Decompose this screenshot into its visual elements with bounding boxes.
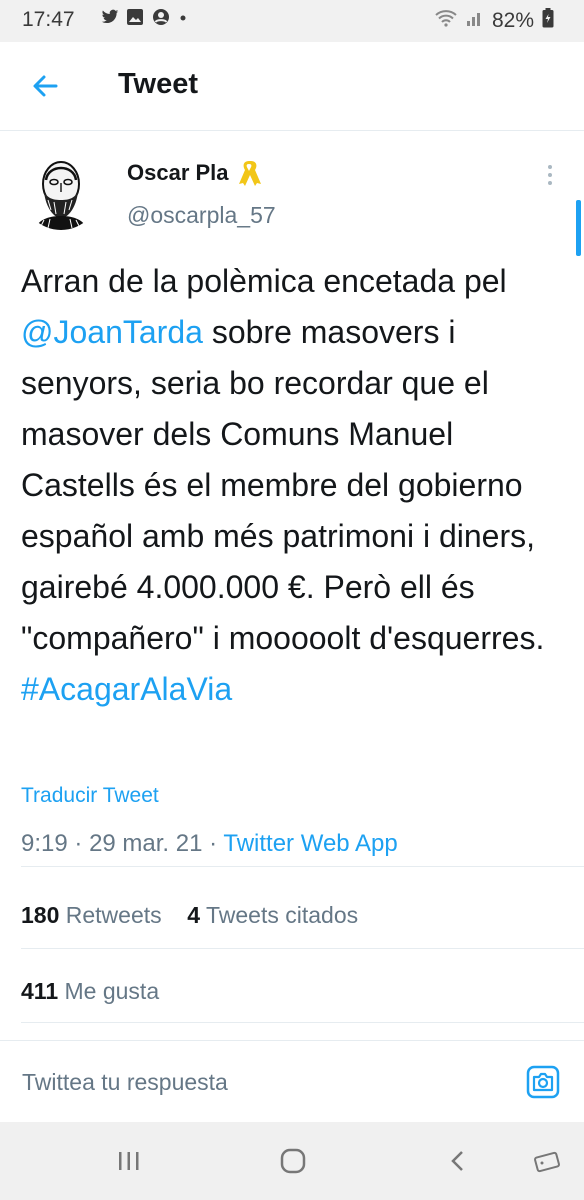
back-nav-button[interactable] bbox=[442, 1146, 476, 1176]
separator: · bbox=[209, 830, 224, 857]
translate-tweet-link[interactable]: Traducir Tweet bbox=[21, 784, 159, 808]
tweet-time: 9:19 bbox=[21, 830, 68, 857]
divider bbox=[21, 866, 584, 867]
tweet-source-link[interactable]: Twitter Web App bbox=[223, 830, 397, 857]
mention-link[interactable]: @JoanTarda bbox=[21, 314, 203, 350]
account-icon bbox=[152, 8, 170, 26]
dot-icon bbox=[178, 8, 196, 26]
notification-icons bbox=[100, 8, 196, 26]
home-button[interactable] bbox=[276, 1146, 310, 1176]
home-icon bbox=[280, 1148, 306, 1174]
tweet-meta: 9:19 · 29 mar. 21 · Twitter Web App bbox=[21, 830, 398, 858]
author-name[interactable]: Oscar Pla bbox=[127, 158, 261, 188]
rotate-screen-icon bbox=[534, 1151, 560, 1173]
divider bbox=[21, 1022, 584, 1023]
likes-label: Me gusta bbox=[64, 978, 160, 1004]
author-handle[interactable]: @oscarpla_57 bbox=[127, 202, 276, 229]
likes-stats: 411 Me gusta bbox=[21, 978, 159, 1005]
rotate-button[interactable] bbox=[530, 1146, 564, 1176]
avatar[interactable] bbox=[22, 152, 100, 230]
status-bar: 17:47 82% bbox=[0, 0, 584, 42]
likes-link[interactable]: 411 Me gusta bbox=[21, 978, 159, 1004]
more-vertical-icon bbox=[548, 165, 552, 185]
scrollbar[interactable] bbox=[576, 200, 581, 256]
separator: · bbox=[74, 830, 90, 857]
twitter-icon bbox=[100, 8, 119, 26]
retweet-stats: 180 Retweets 4 Tweets citados bbox=[21, 902, 358, 929]
hashtag-link[interactable]: #AcagarAlaVia bbox=[21, 671, 232, 707]
signal-icon bbox=[466, 9, 484, 33]
yellow-ribbon-icon bbox=[238, 161, 261, 186]
system-nav-bar bbox=[0, 1122, 584, 1200]
reply-input[interactable]: Twittea tu respuesta bbox=[22, 1069, 502, 1096]
back-chevron-icon bbox=[451, 1151, 463, 1171]
tweet-text-part: sobre masovers i senyors, seria bo recor… bbox=[21, 314, 545, 656]
app-header: Tweet bbox=[0, 42, 584, 131]
back-button[interactable] bbox=[26, 68, 66, 104]
tweet-text-part: Arran de la polèmica encetada pel bbox=[21, 263, 507, 299]
reply-bar: Twittea tu respuesta bbox=[0, 1040, 584, 1123]
avatar-sketch-icon bbox=[22, 152, 100, 230]
battery-percent: 82% bbox=[491, 9, 534, 32]
status-time: 17:47 bbox=[22, 8, 75, 31]
battery-icon bbox=[542, 8, 554, 34]
retweets-link[interactable]: 180 Retweets bbox=[21, 902, 162, 928]
back-arrow-icon bbox=[33, 75, 58, 97]
quote-tweets-link[interactable]: 4 Tweets citados bbox=[187, 902, 358, 928]
status-right: 82% bbox=[434, 8, 554, 34]
tweet-date: 29 mar. 21 bbox=[89, 830, 203, 857]
camera-icon bbox=[526, 1065, 560, 1099]
wifi-icon bbox=[434, 8, 458, 34]
tweet-text: Arran de la polèmica encetada pel @JoanT… bbox=[21, 256, 571, 715]
retweets-label: Retweets bbox=[65, 902, 162, 928]
page-title: Tweet bbox=[118, 68, 199, 100]
more-options-button[interactable] bbox=[540, 160, 560, 190]
camera-button[interactable] bbox=[526, 1065, 560, 1099]
likes-count: 411 bbox=[21, 978, 59, 1004]
author-name-text: Oscar Pla bbox=[127, 160, 229, 185]
quotes-label: Tweets citados bbox=[205, 902, 359, 928]
retweets-count: 180 bbox=[21, 902, 60, 928]
gallery-icon bbox=[126, 8, 144, 26]
quotes-count: 4 bbox=[187, 902, 200, 928]
divider bbox=[21, 948, 584, 949]
recent-apps-icon bbox=[119, 1152, 139, 1170]
recent-apps-button[interactable] bbox=[112, 1146, 146, 1176]
